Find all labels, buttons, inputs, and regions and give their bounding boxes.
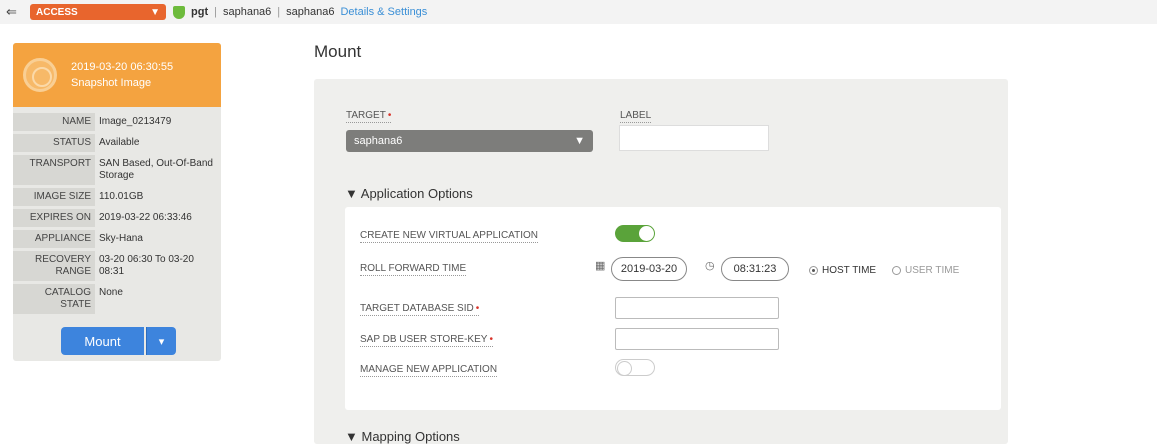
create-vapp-label: CREATE NEW VIRTUAL APPLICATION	[360, 230, 538, 243]
snapshot-icon	[23, 58, 57, 92]
chevron-down-icon: ▾	[158, 335, 165, 348]
app-name: saphana6	[222, 6, 272, 18]
host-time-label: HOST TIME	[822, 265, 877, 276]
property-key: CATALOG STATE	[13, 284, 95, 314]
label-label: LABEL	[620, 110, 652, 123]
property-row: IMAGE SIZE 110.01GB	[13, 188, 221, 206]
image-card-header: 2019-03-20 06:30:55 Snapshot Image	[13, 43, 221, 107]
property-row: CATALOG STATE None	[13, 284, 221, 314]
property-key: EXPIRES ON	[13, 209, 95, 227]
host-name: pgt	[191, 6, 209, 18]
user-time-label: USER TIME	[905, 265, 960, 276]
property-key: RECOVERY RANGE	[13, 251, 95, 281]
property-key: STATUS	[13, 134, 95, 152]
required-marker: •	[387, 110, 392, 121]
target-select-value: saphana6	[354, 135, 403, 147]
user-time-radio[interactable]: USER TIME	[892, 265, 959, 276]
property-value: 03-20 06:30 To 03-20 08:31	[99, 254, 194, 277]
radio-unselected-icon	[892, 266, 901, 275]
application-options-title: Application Options	[360, 186, 473, 201]
property-row: TRANSPORT SAN Based, Out-Of-Band Storage	[13, 155, 221, 185]
property-value: Available	[99, 137, 140, 148]
separator: |	[277, 6, 281, 18]
chevron-down-icon: ▼	[574, 135, 585, 147]
access-label: ACCESS	[36, 6, 78, 18]
property-value: Sky-Hana	[99, 233, 143, 244]
image-timestamp: 2019-03-20 06:30:55	[71, 61, 174, 73]
property-value: 2019-03-22 06:33:46	[99, 212, 192, 223]
app-name-secondary: saphana6	[286, 6, 335, 18]
property-value: None	[99, 287, 123, 298]
caret-down-icon: ▼	[345, 429, 358, 444]
store-key-label-text: SAP DB USER STORE-KEY	[360, 334, 488, 345]
roll-forward-time[interactable]: 08:31:23	[721, 257, 789, 281]
target-sid-label: TARGET DATABASE SID •	[360, 303, 480, 316]
mount-options-button[interactable]: ▾	[146, 327, 176, 355]
property-key: APPLIANCE	[13, 230, 95, 248]
store-key-label: SAP DB USER STORE-KEY •	[360, 334, 493, 347]
property-key: NAME	[13, 113, 95, 131]
image-card: 2019-03-20 06:30:55 Snapshot Image NAME I…	[13, 43, 221, 361]
label-input[interactable]	[619, 125, 769, 151]
target-sid-input[interactable]	[615, 297, 779, 319]
mapping-options-title: Mapping Options	[361, 429, 460, 444]
property-value: SAN Based, Out-Of-Band Storage	[99, 158, 213, 181]
required-marker: •	[489, 334, 493, 345]
application-options-panel: CREATE NEW VIRTUAL APPLICATION ROLL FORW…	[345, 207, 1001, 410]
roll-forward-label: ROLL FORWARD TIME	[360, 263, 467, 276]
property-row: RECOVERY RANGE 03-20 06:30 To 03-20 08:31	[13, 251, 221, 281]
property-value: Image_0213479	[99, 116, 172, 127]
manage-app-label: MANAGE NEW APPLICATION	[360, 364, 498, 377]
target-select[interactable]: saphana6 ▼	[346, 130, 593, 152]
target-label: TARGET •	[346, 110, 392, 123]
back-arrow-icon[interactable]: ⇐	[6, 4, 26, 20]
calendar-icon: ▦	[595, 260, 606, 272]
access-dropdown[interactable]: ACCESS ▼	[30, 4, 166, 20]
shield-check-icon	[173, 5, 185, 19]
property-row: EXPIRES ON 2019-03-22 06:33:46	[13, 209, 221, 227]
application-options-header[interactable]: ▼ Application Options	[345, 186, 473, 201]
required-marker: •	[475, 303, 480, 314]
host-time-radio[interactable]: HOST TIME	[809, 265, 876, 276]
store-key-input[interactable]	[615, 328, 779, 350]
separator: |	[214, 6, 217, 18]
property-row: NAME Image_0213479	[13, 113, 221, 131]
property-row: STATUS Available	[13, 134, 221, 152]
mount-split-button: Mount ▾	[61, 327, 221, 355]
property-key: IMAGE SIZE	[13, 188, 95, 206]
page-title: Mount	[314, 42, 362, 61]
clock-icon: ◷	[705, 260, 715, 272]
image-properties: NAME Image_0213479 STATUS Available TRANSP…	[13, 107, 221, 314]
create-vapp-toggle[interactable]	[615, 225, 655, 242]
target-label-text: TARGET	[346, 110, 386, 121]
radio-selected-icon	[809, 266, 818, 275]
details-settings-link[interactable]: Details & Settings	[340, 6, 427, 18]
image-type: Snapshot Image	[71, 77, 152, 89]
mount-button[interactable]: Mount	[61, 327, 144, 355]
property-key: TRANSPORT	[13, 155, 95, 185]
mapping-options-header[interactable]: ▼ Mapping Options	[345, 429, 460, 444]
mount-form-panel: TARGET • saphana6 ▼ LABEL ▼ Application O…	[314, 79, 1008, 444]
roll-forward-date[interactable]: 2019-03-20	[611, 257, 687, 281]
chevron-down-icon: ▼	[150, 6, 160, 18]
property-value: 110.01GB	[99, 191, 144, 202]
top-bar: ⇐ ACCESS ▼ pgt | saphana6 | saphana6 Det…	[0, 0, 1157, 24]
manage-app-toggle[interactable]	[615, 359, 655, 376]
caret-down-icon: ▼	[345, 186, 358, 201]
target-sid-label-text: TARGET DATABASE SID	[360, 303, 474, 314]
property-row: APPLIANCE Sky-Hana	[13, 230, 221, 248]
